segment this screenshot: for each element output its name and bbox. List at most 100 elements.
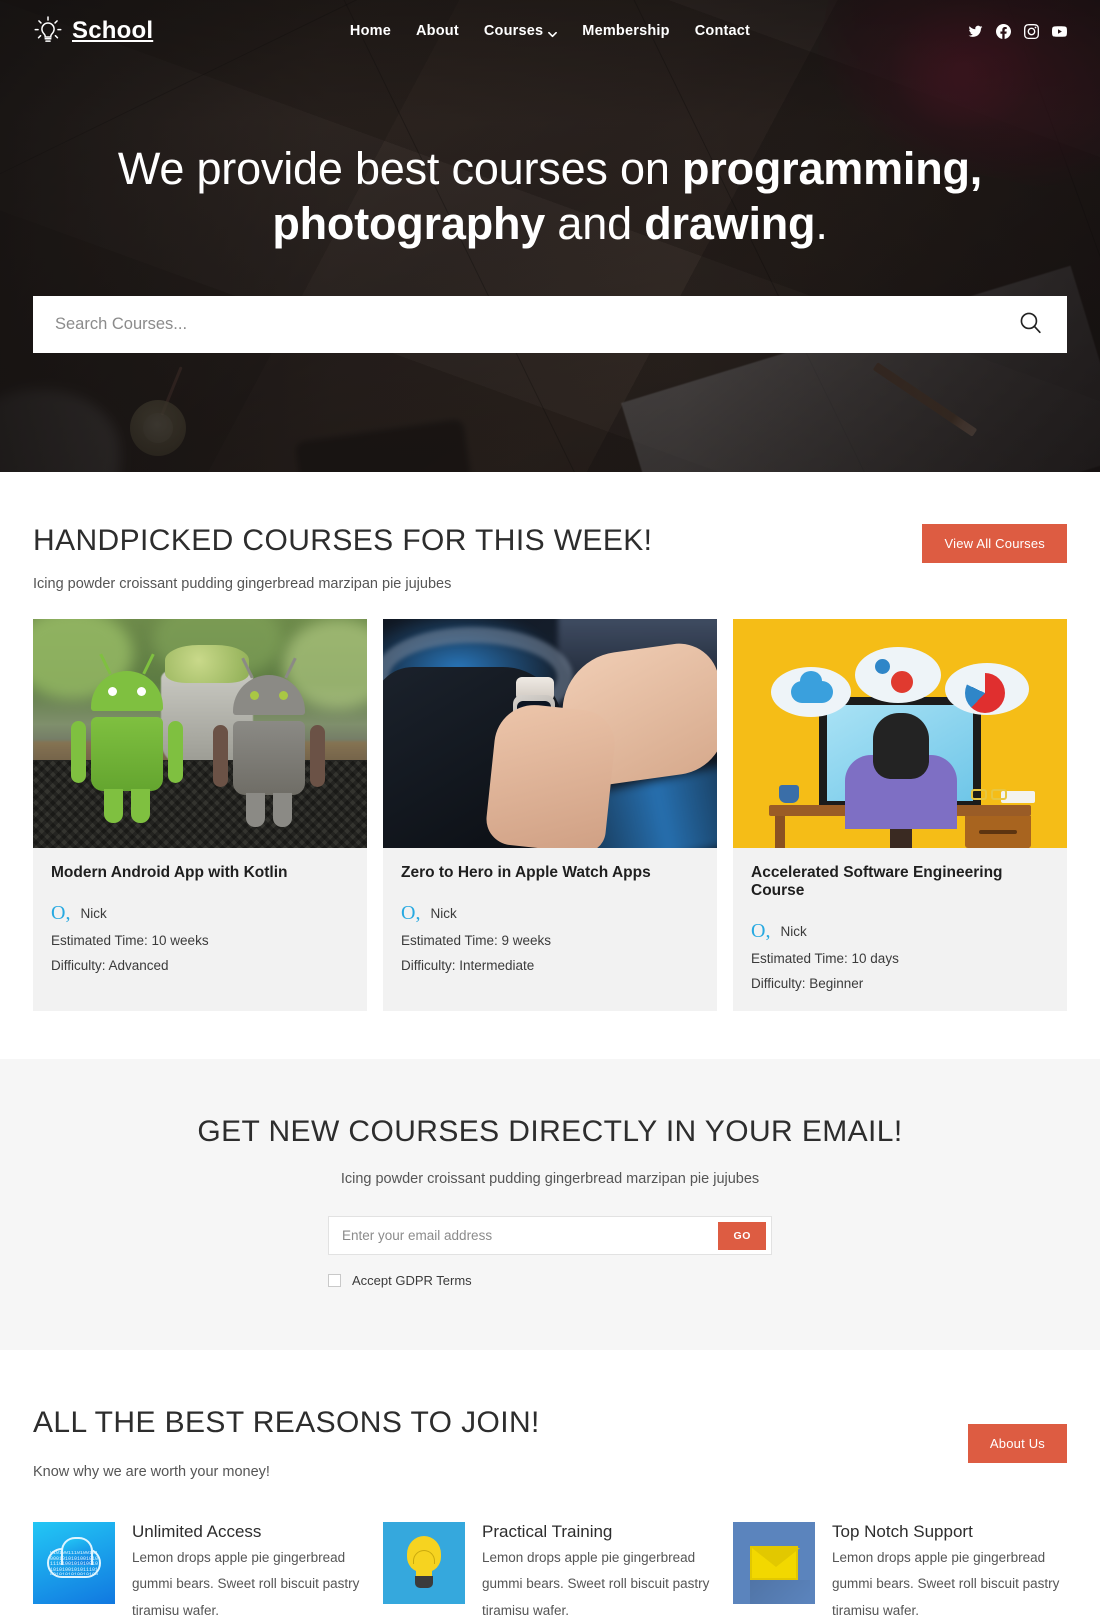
newsletter-go-button[interactable]: GO (718, 1221, 766, 1250)
nav-link-about[interactable]: About (416, 23, 459, 39)
envelope-icon (733, 1522, 815, 1604)
lightbulb-icon (383, 1522, 465, 1604)
page-title: HANDPICKED COURSES FOR THIS WEEK! (33, 524, 653, 557)
hero-title-bold-1: programming, (681, 143, 983, 194)
hero-title-bold-3: drawing (644, 197, 816, 249)
courses-subtitle: Icing powder croissant pudding gingerbre… (33, 576, 452, 592)
leg (104, 789, 123, 823)
course-estimated-time: Estimated Time: 10 weeks (51, 933, 209, 948)
twitter-icon[interactable] (968, 24, 983, 39)
course-estimated-time: Estimated Time: 10 days (751, 951, 899, 966)
facebook-icon[interactable] (996, 23, 1011, 39)
gdpr-checkbox[interactable] (328, 1274, 341, 1287)
decor-gear-icon (875, 659, 890, 674)
nav-link-membership[interactable]: Membership (582, 23, 669, 39)
decor-gear-icon (891, 671, 913, 693)
instagram-icon[interactable] (1024, 23, 1039, 39)
view-all-courses-button[interactable]: View All Courses (922, 524, 1067, 563)
lightbulb-icon (33, 14, 63, 48)
about-us-button[interactable]: About Us (967, 1423, 1067, 1463)
course-card[interactable]: Modern Android App with Kotlin O, Nick E… (33, 619, 367, 1011)
course-title: Accelerated Software Engineering Course (751, 864, 1003, 899)
decor-desk-leg (775, 816, 785, 848)
nav-link-courses[interactable]: Courses (483, 23, 558, 39)
gdpr-label[interactable]: Accept GDPR Terms (352, 1273, 472, 1288)
course-thumbnail-android (33, 619, 367, 848)
course-title: Modern Android App with Kotlin (51, 864, 288, 881)
hero-content: We provide best courses on programming, … (0, 62, 1100, 353)
leg (246, 793, 265, 827)
arm (168, 721, 183, 783)
youtube-icon[interactable] (1052, 24, 1067, 39)
brand-logo[interactable]: School (33, 14, 153, 48)
hero-title-light-2: and (545, 197, 645, 249)
nav-label: Membership (582, 23, 670, 39)
course-card[interactable]: 97 Zero to Hero in Apple Watch Apps O, N… (383, 619, 717, 1011)
course-card-list: Modern Android App with Kotlin O, Nick E… (33, 619, 1067, 1011)
course-card-body: Modern Android App with Kotlin O, Nick E… (33, 848, 367, 993)
top-navbar: School Home About Courses Membership Con… (0, 0, 1100, 62)
chevron-down-icon (548, 27, 558, 37)
nav-label: Home (349, 23, 391, 39)
decor-cloud-users-icon (791, 671, 833, 703)
arm (213, 725, 228, 787)
broken-image-icon: O, (401, 902, 421, 924)
email-field[interactable] (342, 1228, 719, 1243)
eye (250, 691, 259, 700)
nav-label: Contact (694, 23, 751, 39)
feature-title: Unlimited Access (132, 1522, 262, 1541)
broken-image-icon: O, (51, 902, 71, 924)
course-estimated-time: Estimated Time: 9 weeks (401, 933, 552, 948)
newsletter-title: GET NEW COURSES DIRECTLY IN YOUR EMAIL! (197, 1115, 903, 1148)
brand-name: School (72, 17, 154, 44)
decor-glasses (971, 789, 1013, 801)
course-card-body: Zero to Hero in Apple Watch Apps O, Nick… (383, 848, 717, 993)
broken-image-icon: O, (751, 920, 771, 942)
course-author: O, Nick (51, 903, 349, 923)
newsletter-section: GET NEW COURSES DIRECTLY IN YOUR EMAIL! … (0, 1059, 1100, 1350)
reasons-section: ALL THE BEST REASONS TO JOIN! Know why w… (0, 1350, 1100, 1624)
course-author: O, Nick (751, 921, 1049, 941)
decor-plant (165, 645, 249, 683)
nav-link-home[interactable]: Home (350, 23, 391, 39)
eye (137, 687, 146, 696)
nav-label: Courses (483, 23, 544, 39)
newsletter-subtitle: Icing powder croissant pudding gingerbre… (340, 1171, 760, 1187)
leg (131, 789, 150, 823)
body (233, 721, 305, 795)
course-difficulty: Difficulty: Intermediate (401, 958, 535, 973)
hero-title-light-1: We provide best courses on (117, 143, 682, 194)
binary-digits: 0101001110100101000101010100101011101001… (50, 1551, 98, 1575)
course-difficulty: Difficulty: Advanced (51, 958, 169, 973)
binary-cloud-icon: 0101001110100101000101010100101011101001… (33, 1522, 115, 1604)
search-button[interactable] (1016, 310, 1045, 338)
courses-header: HANDPICKED COURSES FOR THIS WEEK! View A… (33, 524, 1067, 563)
nav-link-contact[interactable]: Contact (695, 23, 750, 39)
reasons-header: ALL THE BEST REASONS TO JOIN! Know why w… (33, 1406, 1067, 1480)
course-author-name: Nick (80, 905, 107, 921)
body (91, 717, 163, 791)
reasons-title: ALL THE BEST REASONS TO JOIN! (33, 1406, 540, 1439)
envelope-body (750, 1546, 800, 1580)
course-author-name: Nick (430, 905, 457, 921)
search-input[interactable] (55, 314, 1016, 334)
decor-person-head (873, 713, 929, 779)
reasons-header-text: ALL THE BEST REASONS TO JOIN! Know why w… (33, 1406, 968, 1480)
course-card[interactable]: Accelerated Software Engineering Course … (733, 619, 1067, 1011)
feature-title: Top Notch Support (832, 1522, 973, 1541)
antenna (142, 653, 155, 675)
gdpr-consent-row: Accept GDPR Terms (328, 1273, 772, 1288)
course-difficulty: Difficulty: Beginner (751, 976, 864, 991)
course-title: Zero to Hero in Apple Watch Apps (401, 864, 651, 881)
course-thumbnail-illustration (733, 619, 1067, 848)
handpicked-courses-section: HANDPICKED COURSES FOR THIS WEEK! View A… (0, 472, 1100, 1059)
course-search-bar (33, 295, 1067, 353)
arm (71, 721, 86, 783)
decor-hand-fingers (483, 701, 619, 848)
hero-title-period: . (815, 197, 828, 249)
bulb-base (415, 1576, 433, 1588)
hero-section: School Home About Courses Membership Con… (0, 0, 1100, 472)
course-thumbnail-smartwatch: 97 (383, 619, 717, 848)
envelope-shadow (750, 1580, 810, 1604)
hero-title: We provide best courses on programming, … (33, 142, 1067, 252)
